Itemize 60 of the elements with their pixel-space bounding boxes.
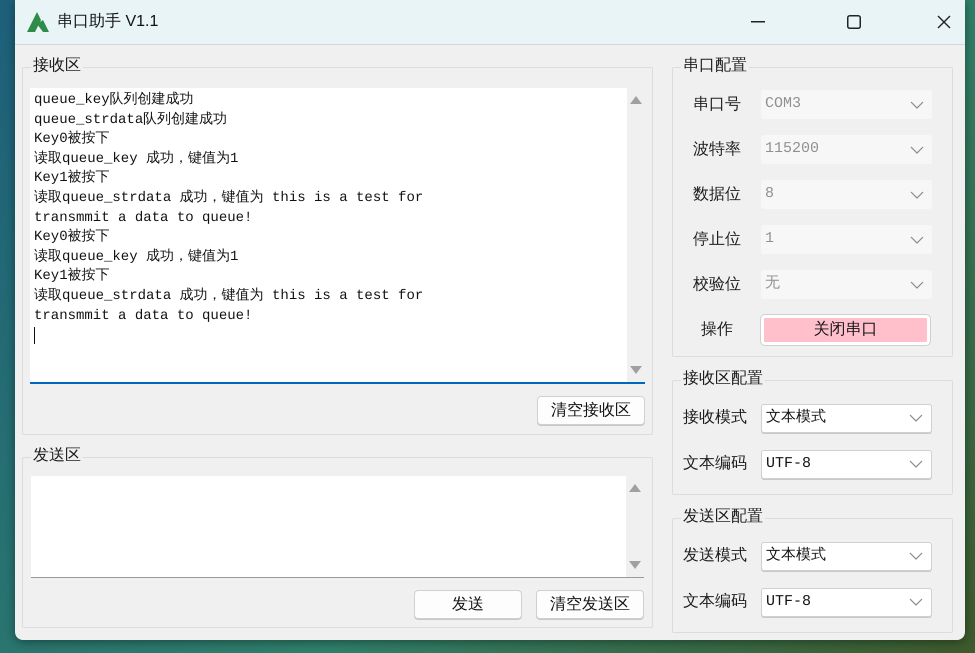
- send-text-area[interactable]: [31, 476, 644, 578]
- scroll-up-arrow-icon[interactable]: [630, 96, 642, 104]
- dropdown-value: 1: [765, 229, 774, 250]
- scroll-down-arrow-icon[interactable]: [629, 561, 641, 569]
- dropdown-value: UTF-8: [766, 454, 812, 474]
- minimize-icon[interactable]: [751, 21, 765, 23]
- maximize-icon[interactable]: [847, 15, 861, 29]
- text-line: queue_key队列创建成功: [34, 91, 194, 110]
- field-label: 接收模式: [682, 408, 748, 428]
- dropdown-value: 文本模式: [766, 408, 826, 428]
- close-port-button[interactable]: 关闭串口: [761, 314, 930, 344]
- dropdown-value: 无: [765, 274, 780, 294]
- field-label: 数据位: [692, 184, 742, 204]
- push-button[interactable]: 清空发送区: [536, 590, 644, 619]
- text-line: Key0被按下: [34, 228, 110, 248]
- chevron-down-icon: [909, 460, 923, 468]
- text-line: 读取queue_strdata 成功，键值为 this is a test for: [34, 286, 424, 306]
- chevron-down-icon: [909, 552, 923, 560]
- field-label: 串口号: [692, 94, 742, 114]
- dropdown-value: 文本模式: [766, 546, 826, 566]
- field-label: 操作: [700, 320, 734, 340]
- chevron-down-icon: [910, 100, 924, 108]
- chevron-down-icon: [909, 598, 923, 606]
- dropdown[interactable]: 文本模式: [761, 404, 932, 432]
- field-label: 文本编码: [682, 592, 748, 612]
- text-line: Key1被按下: [34, 169, 110, 188]
- dropdown[interactable]: UTF-8: [761, 450, 932, 478]
- text-cursor: [34, 327, 35, 344]
- text-line: transmmit a data to queue!: [34, 306, 252, 326]
- field-label: 停止位: [692, 230, 742, 250]
- field-label: 发送模式: [682, 546, 748, 566]
- chevron-down-icon: [910, 190, 924, 198]
- chevron-down-icon: [910, 236, 924, 244]
- text-line: queue_strdata队列创建成功: [34, 110, 228, 130]
- chevron-down-icon: [910, 146, 924, 154]
- chevron-down-icon: [910, 280, 924, 288]
- text-line: 读取queue_key 成功，键值为1: [34, 248, 238, 267]
- field-label: 文本编码: [682, 454, 748, 474]
- dropdown[interactable]: UTF-8: [761, 588, 932, 616]
- text-line: 读取queue_key 成功，键值为1: [34, 150, 238, 169]
- scroll-up-arrow-icon[interactable]: [629, 484, 641, 492]
- app-logo-icon: [25, 10, 51, 34]
- dropdown-value: UTF-8: [766, 592, 812, 612]
- dropdown-value: 115200: [765, 139, 820, 160]
- dropdown-value: COM3: [765, 94, 802, 114]
- dropdown[interactable]: 文本模式: [761, 542, 932, 570]
- push-button[interactable]: 清空接收区: [537, 396, 645, 425]
- push-button[interactable]: 发送: [414, 590, 522, 619]
- chevron-down-icon: [909, 414, 923, 422]
- receive-text-area[interactable]: [30, 88, 645, 384]
- field-label: 校验位: [692, 274, 742, 294]
- close-icon[interactable]: [937, 15, 951, 29]
- text-line: 读取queue_strdata 成功，键值为 this is a test for: [34, 188, 424, 208]
- window-title: 串口助手 V1.1: [57, 12, 158, 32]
- text-line: Key1被按下: [34, 267, 110, 286]
- dropdown-value: 8: [765, 184, 774, 204]
- scroll-down-arrow-icon[interactable]: [630, 366, 642, 374]
- text-line: Key0被按下: [34, 130, 110, 150]
- field-label: 波特率: [692, 140, 742, 160]
- text-line: transmmit a data to queue!: [34, 208, 252, 228]
